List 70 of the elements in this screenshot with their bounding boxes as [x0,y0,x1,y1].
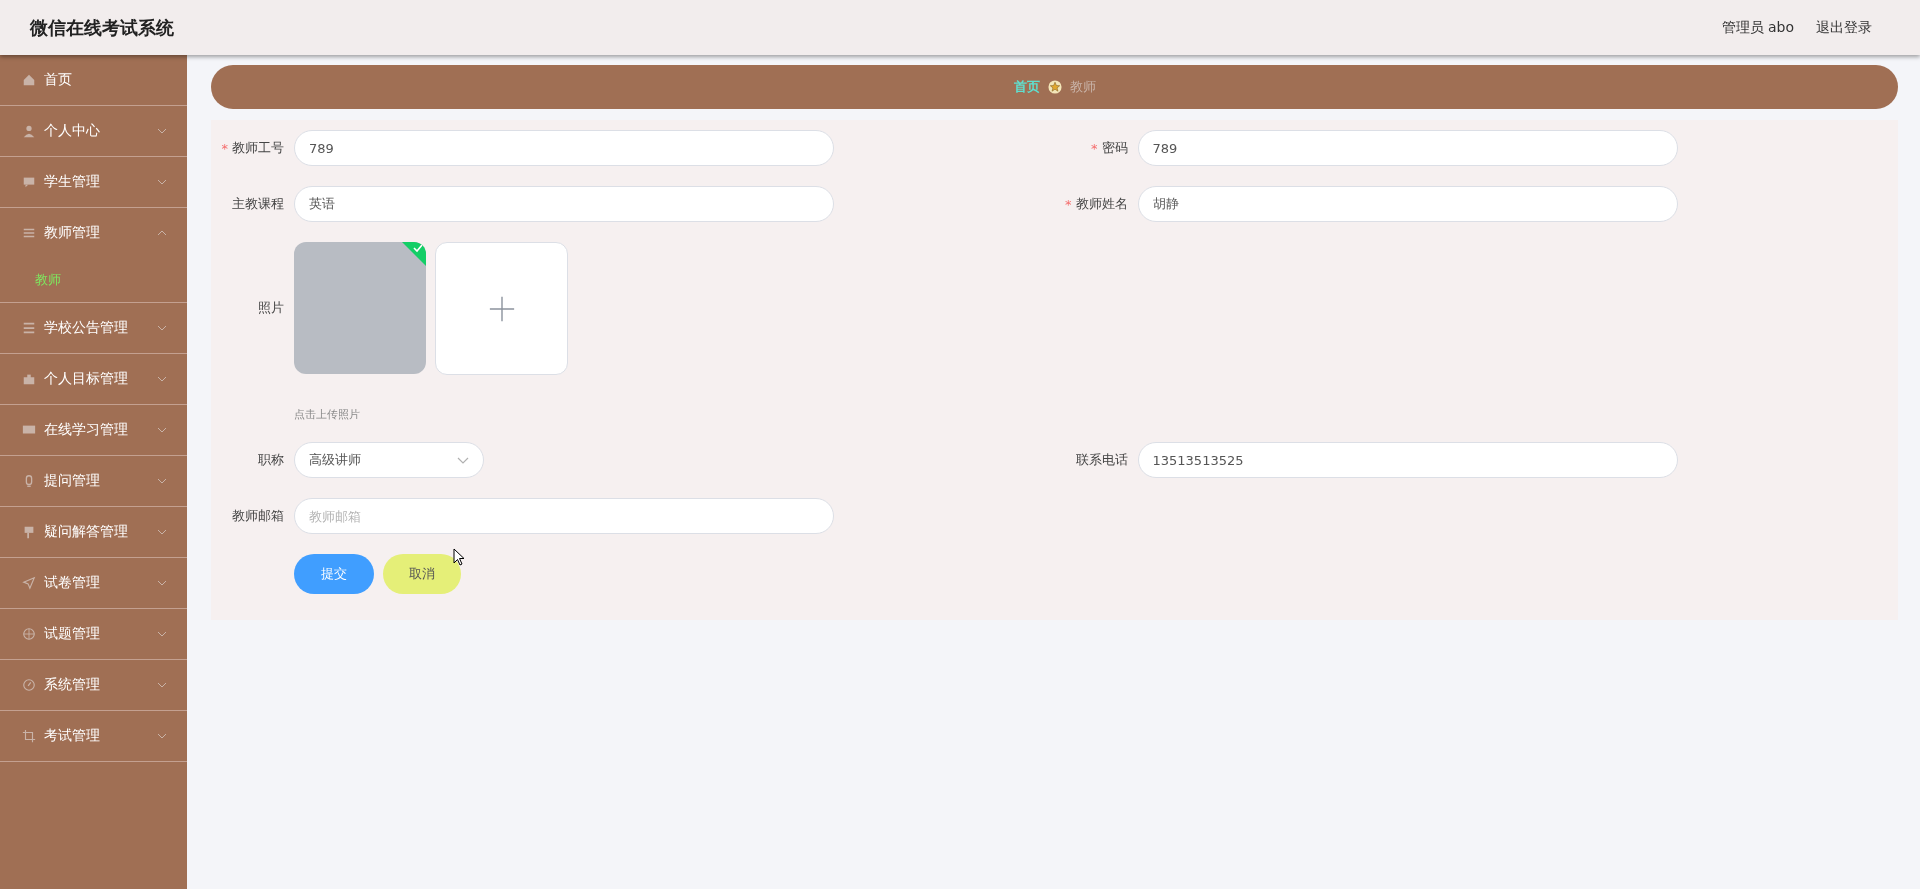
home-icon [22,73,36,87]
sidebar-item[interactable]: 在线学习管理 [0,405,187,455]
chevron-icon [157,682,167,688]
sidebar-item[interactable]: 试题管理 [0,609,187,659]
text-field[interactable]: 789 [1137,130,1678,166]
sidebar-item[interactable]: 系统管理 [0,660,187,710]
sliders-icon [22,226,36,240]
list-icon [22,321,36,335]
chevron-icon [457,456,469,464]
text-field[interactable]: 英语 [294,186,834,222]
flag-icon [22,525,36,539]
text-field[interactable]: 教师邮箱 [294,498,834,534]
submit-button[interactable]: 提交 [294,554,374,594]
select-field[interactable]: 高级讲师 [294,442,484,478]
mouse-pointer-icon [453,548,465,566]
field-label: 职称 [258,451,284,469]
chevron-icon [157,631,167,637]
field-label: 主教课程 [232,195,284,213]
chevron-icon [157,733,167,739]
chevron-icon [157,376,167,382]
sidebar-subitem[interactable]: 教师 [0,258,187,302]
chat-icon [22,175,36,189]
field-label: 教师工号 [232,139,284,157]
app-title: 微信在线考试系统 [30,15,174,40]
star-icon [1047,80,1062,94]
text-field[interactable]: 789 [294,130,834,166]
send-icon [22,576,36,590]
sidebar-item[interactable]: 个人中心 [0,106,187,156]
upload-button[interactable] [435,242,568,375]
upload-hint: 点击上传照片 [294,407,360,422]
briefcase-icon [22,372,36,386]
chevron-icon [157,580,167,586]
field-label: 教师姓名 [1075,195,1128,213]
field-label: 联系电话 [1075,451,1128,469]
user-name: 管理员 abo [1721,18,1794,37]
field-label: 教师邮箱 [232,507,284,525]
field-label: 照片 [258,299,284,317]
crosshair-icon [22,627,36,641]
chevron-icon [157,230,167,236]
crop-icon [22,729,36,743]
breadcrumb-link[interactable]: 首页 [1013,78,1040,96]
sidebar-item[interactable]: 试卷管理 [0,558,187,608]
sidebar-item[interactable]: 首页 [0,55,187,105]
required-mark: * [221,140,228,156]
breadcrumb-link[interactable]: 教师 [1069,78,1096,96]
logout-link[interactable]: 退出登录 [1816,18,1872,37]
chevron-icon [157,529,167,535]
text-field[interactable]: 13513513525 [1137,442,1678,478]
field-label: 密码 [1101,139,1128,157]
cancel-button[interactable]: 取消 [383,554,461,594]
required-mark: * [1091,140,1098,156]
required-mark: * [1065,196,1072,212]
sidebar-item[interactable]: 提问管理 [0,456,187,506]
sidebar-item[interactable]: 教师管理 [0,208,187,258]
monitor-icon [22,423,36,437]
chevron-icon [157,478,167,484]
chevron-icon [157,427,167,433]
sidebar-item[interactable]: 疑问解答管理 [0,507,187,557]
plus-icon [487,294,516,323]
sidebar-item[interactable]: 学生管理 [0,157,187,207]
sidebar-item[interactable]: 个人目标管理 [0,354,187,404]
sidebar-item[interactable]: 考试管理 [0,711,187,761]
text-field[interactable]: 胡静 [1137,186,1678,222]
chevron-icon [157,128,167,134]
compass-icon [22,678,36,692]
chevron-icon [157,325,167,331]
chevron-icon [157,179,167,185]
user-icon [22,124,36,138]
check-badge-icon [402,242,426,266]
sidebar-item[interactable]: 学校公告管理 [0,303,187,353]
